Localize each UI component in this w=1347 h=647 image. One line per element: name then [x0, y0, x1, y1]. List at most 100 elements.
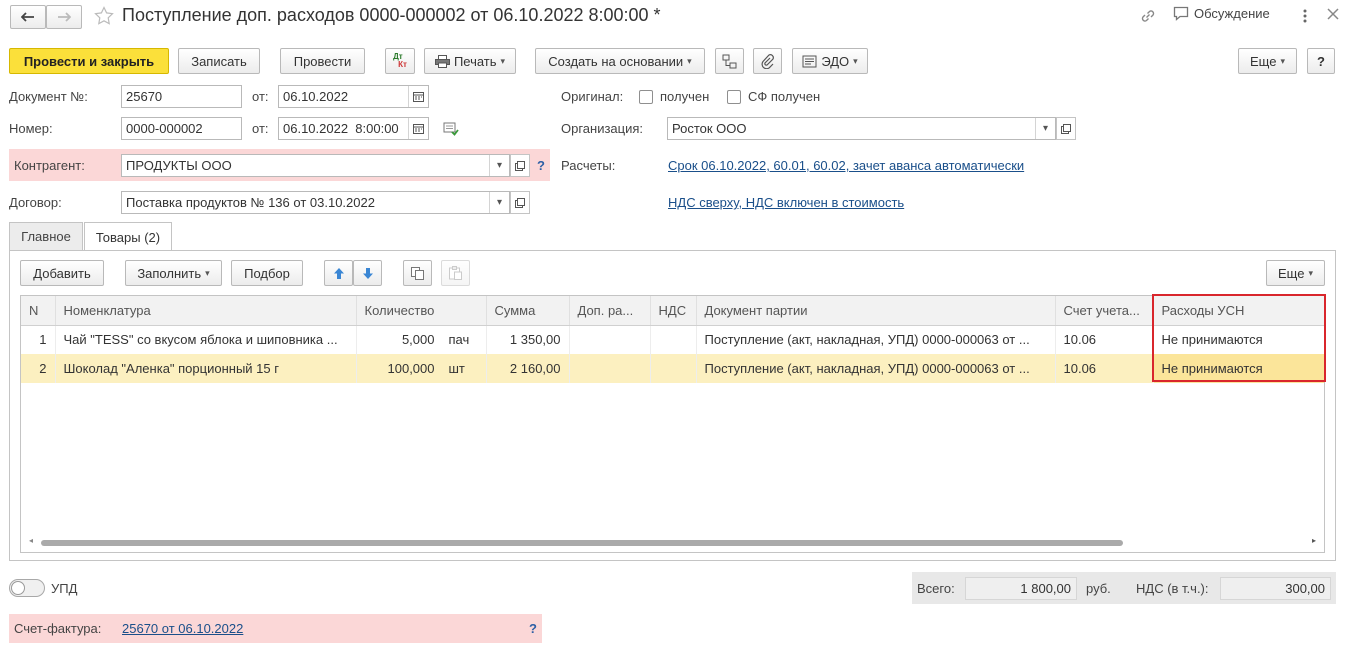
number-date-field[interactable]: 06.10.2022 8:00:00 [278, 117, 429, 140]
cell-usn[interactable]: Не принимаются [1153, 325, 1324, 354]
org-open-button[interactable] [1056, 117, 1076, 140]
print-label: Печать [453, 53, 497, 69]
cell-extra[interactable] [569, 354, 651, 383]
cell-account[interactable]: 10.06 [1055, 325, 1154, 354]
move-down-button[interactable] [353, 260, 382, 286]
create-based-on-button[interactable]: Создать на основании ▾ [535, 48, 705, 74]
cell-sum[interactable]: 2 160,00 [486, 354, 570, 383]
cell-account[interactable]: 10.06 [1055, 354, 1154, 383]
more-button[interactable]: Еще ▾ [1238, 48, 1297, 74]
copy-row-button[interactable] [403, 260, 432, 286]
dropdown-icon[interactable]: ▾ [1035, 118, 1055, 139]
cell-qty[interactable]: 5,000 пач [356, 325, 487, 354]
more-label: Еще [1250, 53, 1277, 69]
cell-doc[interactable]: Поступление (акт, накладная, УПД) 0000-0… [696, 325, 1056, 354]
chevron-down-icon: ▾ [205, 267, 210, 278]
settlements-label: Расчеты: [561, 158, 616, 173]
number-value: 0000-000002 [126, 121, 203, 136]
arrow-left-icon [21, 12, 35, 22]
pick-button[interactable]: Подбор [231, 260, 303, 286]
cell-name[interactable]: Чай "TESS" со вкусом яблока и шиповника … [55, 325, 357, 354]
col-header-account[interactable]: Счет учета... [1055, 296, 1154, 326]
paste-icon [449, 266, 462, 280]
col-header-n[interactable]: N [21, 296, 56, 326]
tab-main[interactable]: Главное [9, 222, 83, 250]
structure-button[interactable] [715, 48, 744, 74]
table-more-button[interactable]: Еще ▾ [1266, 260, 1325, 286]
more-vertical-icon[interactable] [1300, 7, 1310, 25]
col-header-extra[interactable]: Доп. ра... [569, 296, 651, 326]
doc-date-field[interactable]: 06.10.2022 [278, 85, 429, 108]
discussion-button[interactable]: Обсуждение [1173, 6, 1270, 21]
scroll-right-icon[interactable]: ▸ [1312, 536, 1316, 545]
org-field[interactable]: Росток ООО ▾ [667, 117, 1056, 140]
contract-field[interactable]: Поставка продуктов № 136 от 03.10.2022 ▾ [121, 191, 510, 214]
cell-extra[interactable] [569, 325, 651, 354]
counterparty-help[interactable]: ? [537, 158, 545, 173]
paperclip-icon [761, 53, 775, 69]
counterparty-open-button[interactable] [510, 154, 530, 177]
doc-no-label: Документ №: [9, 89, 88, 104]
scroll-left-icon[interactable]: ◂ [29, 536, 33, 545]
upd-toggle[interactable] [9, 579, 45, 597]
scrollbar-thumb[interactable] [41, 540, 1123, 546]
add-button[interactable]: Добавить [20, 260, 104, 286]
dropdown-icon[interactable]: ▾ [489, 155, 509, 176]
col-header-qty[interactable]: Количество [356, 296, 487, 326]
post-button[interactable]: Провести [280, 48, 365, 74]
total-label: Всего: [917, 581, 955, 596]
sf-received-checkbox[interactable] [727, 90, 741, 104]
document-status-icon[interactable] [443, 122, 459, 136]
link-icon[interactable] [1139, 7, 1157, 25]
original-label: Оригинал: [561, 89, 624, 104]
counterparty-field[interactable]: ПРОДУКТЫ ООО ▾ [121, 154, 510, 177]
cell-qty[interactable]: 100,000 шт [356, 354, 487, 383]
invoice-link[interactable]: 25670 от 06.10.2022 [122, 621, 243, 636]
horizontal-scrollbar[interactable]: ◂ ▸ [29, 536, 1316, 547]
cell-usn[interactable]: Не принимаются [1153, 354, 1324, 383]
calendar-icon[interactable] [408, 118, 428, 139]
cell-sum[interactable]: 1 350,00 [486, 325, 570, 354]
cell-doc[interactable]: Поступление (акт, накладная, УПД) 0000-0… [696, 354, 1056, 383]
cell-qty-value: 5,000 [401, 332, 435, 348]
settlements-link[interactable]: Срок 06.10.2022, 60.01, 60.02, зачет ава… [668, 158, 1024, 173]
cell-vat[interactable] [650, 325, 697, 354]
attach-button[interactable] [753, 48, 782, 74]
col-header-usn[interactable]: Расходы УСН [1153, 296, 1324, 326]
create-based-on-label: Создать на основании [548, 53, 684, 69]
save-button[interactable]: Записать [178, 48, 260, 74]
cell-name[interactable]: Шоколад "Аленка" порционный 15 г [55, 354, 357, 383]
fill-button[interactable]: Заполнить ▾ [125, 260, 222, 286]
invoice-help[interactable]: ? [529, 621, 537, 636]
edo-button[interactable]: ЭДО ▾ [792, 48, 868, 74]
table-row[interactable]: 2 Шоколад "Аленка" порционный 15 г 100,0… [21, 354, 1324, 383]
paste-button[interactable] [441, 260, 470, 286]
number-field[interactable]: 0000-000002 [121, 117, 242, 140]
chevron-down-icon: ▾ [687, 55, 692, 66]
vat-total-field: 300,00 [1220, 577, 1331, 600]
calendar-icon[interactable] [408, 86, 428, 107]
move-up-button[interactable] [324, 260, 353, 286]
cell-vat[interactable] [650, 354, 697, 383]
help-button[interactable]: ? [1307, 48, 1335, 74]
col-header-vat[interactable]: НДС [650, 296, 697, 326]
table-row[interactable]: 1 Чай "TESS" со вкусом яблока и шиповник… [21, 325, 1324, 354]
print-button[interactable]: Печать ▾ [424, 48, 516, 74]
received-checkbox[interactable] [639, 90, 653, 104]
edo-label: ЭДО [821, 53, 850, 69]
dtkt-button[interactable]: Дт Кт [385, 48, 415, 74]
dropdown-icon[interactable]: ▾ [489, 192, 509, 213]
close-icon[interactable] [1327, 8, 1339, 20]
star-icon[interactable] [94, 6, 114, 26]
vat-link[interactable]: НДС сверху, НДС включен в стоимость [668, 195, 904, 210]
post-and-close-button[interactable]: Провести и закрыть [9, 48, 169, 74]
col-header-name[interactable]: Номенклатура [55, 296, 357, 326]
doc-no-field[interactable]: 25670 [121, 85, 242, 108]
tab-goods[interactable]: Товары (2) [84, 222, 172, 251]
col-header-sum[interactable]: Сумма [486, 296, 570, 326]
back-button[interactable] [10, 5, 46, 29]
contract-open-button[interactable] [510, 191, 530, 214]
forward-button[interactable] [46, 5, 82, 29]
invoice-label: Счет-фактура: [14, 621, 102, 636]
col-header-doc[interactable]: Документ партии [696, 296, 1056, 326]
